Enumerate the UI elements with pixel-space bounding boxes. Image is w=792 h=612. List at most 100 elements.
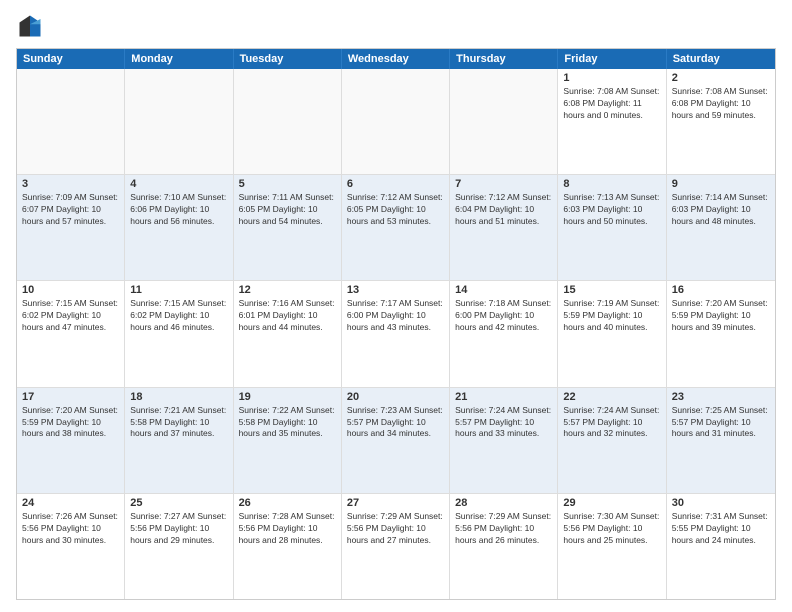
- day-cell-13: 13 Sunrise: 7:17 AM Sunset: 6:00 PM Dayli…: [342, 281, 450, 386]
- empty-cell: [125, 69, 233, 174]
- day-info: Sunrise: 7:26 AM Sunset: 5:56 PM Dayligh…: [22, 511, 119, 547]
- day-cell-7: 7 Sunrise: 7:12 AM Sunset: 6:04 PM Daylig…: [450, 175, 558, 280]
- day-number: 22: [563, 391, 660, 403]
- day-info: Sunrise: 7:29 AM Sunset: 5:56 PM Dayligh…: [347, 511, 444, 547]
- day-cell-19: 19Sunrise: 7:22 AM Sunset: 5:58 PM Dayli…: [234, 388, 342, 493]
- day-info: Sunrise: 7:09 AM Sunset: 6:07 PM Dayligh…: [22, 192, 119, 228]
- day-cell-3: 3 Sunrise: 7:09 AM Sunset: 6:07 PM Daylig…: [17, 175, 125, 280]
- day-cell-24: 24 Sunrise: 7:26 AM Sunset: 5:56 PM Dayli…: [17, 494, 125, 599]
- header-day-friday: Friday: [558, 49, 666, 69]
- day-number: 8: [563, 178, 660, 190]
- day-info: Sunrise: 7:25 AM Sunset: 5:57 PM Dayligh…: [672, 405, 770, 441]
- day-cell-8: 8 Sunrise: 7:13 AM Sunset: 6:03 PM Daylig…: [558, 175, 666, 280]
- day-cell-12: 12 Sunrise: 7:16 AM Sunset: 6:01 PM Dayli…: [234, 281, 342, 386]
- day-info: Sunrise: 7:15 AM Sunset: 6:02 PM Dayligh…: [130, 298, 227, 334]
- day-number: 18: [130, 391, 227, 403]
- day-cell-17: 17 Sunrise: 7:20 AM Sunset: 5:59 PM Dayli…: [17, 388, 125, 493]
- day-info: Sunrise: 7:20 AM Sunset: 5:59 PM Dayligh…: [672, 298, 770, 334]
- day-number: 3: [22, 178, 119, 190]
- day-cell-22: 22 Sunrise: 7:24 AM Sunset: 5:57 PM Dayli…: [558, 388, 666, 493]
- day-info: Sunrise: 7:12 AM Sunset: 6:05 PM Dayligh…: [347, 192, 444, 228]
- day-info: Sunrise: 7:28 AM Sunset: 5:56 PM Dayligh…: [239, 511, 336, 547]
- header-day-wednesday: Wednesday: [342, 49, 450, 69]
- day-cell-1: 1 Sunrise: 7:08 AM Sunset: 6:08 PM Daylig…: [558, 69, 666, 174]
- calendar-header: SundayMondayTuesdayWednesdayThursdayFrid…: [17, 49, 775, 69]
- day-cell-15: 15 Sunrise: 7:19 AM Sunset: 5:59 PM Dayli…: [558, 281, 666, 386]
- day-number: 12: [239, 284, 336, 296]
- day-number: 13: [347, 284, 444, 296]
- day-info: Sunrise: 7:08 AM Sunset: 6:08 PM Dayligh…: [672, 86, 770, 122]
- day-cell-25: 25Sunrise: 7:27 AM Sunset: 5:56 PM Dayli…: [125, 494, 233, 599]
- day-number: 14: [455, 284, 552, 296]
- day-number: 1: [563, 72, 660, 84]
- empty-cell: [17, 69, 125, 174]
- day-number: 10: [22, 284, 119, 296]
- header-day-monday: Monday: [125, 49, 233, 69]
- day-info: Sunrise: 7:14 AM Sunset: 6:03 PM Dayligh…: [672, 192, 770, 228]
- day-number: 26: [239, 497, 336, 509]
- day-cell-30: 30 Sunrise: 7:31 AM Sunset: 5:55 PM Dayli…: [667, 494, 775, 599]
- day-cell-21: 21Sunrise: 7:24 AM Sunset: 5:57 PM Dayli…: [450, 388, 558, 493]
- day-cell-5: 5 Sunrise: 7:11 AM Sunset: 6:05 PM Daylig…: [234, 175, 342, 280]
- day-cell-10: 10Sunrise: 7:15 AM Sunset: 6:02 PM Dayli…: [17, 281, 125, 386]
- empty-cell: [342, 69, 450, 174]
- day-info: Sunrise: 7:13 AM Sunset: 6:03 PM Dayligh…: [563, 192, 660, 228]
- day-number: 9: [672, 178, 770, 190]
- day-number: 25: [130, 497, 227, 509]
- header: [16, 12, 776, 40]
- day-info: Sunrise: 7:18 AM Sunset: 6:00 PM Dayligh…: [455, 298, 552, 334]
- day-cell-16: 16 Sunrise: 7:20 AM Sunset: 5:59 PM Dayli…: [667, 281, 775, 386]
- day-number: 27: [347, 497, 444, 509]
- page: SundayMondayTuesdayWednesdayThursdayFrid…: [0, 0, 792, 612]
- day-info: Sunrise: 7:16 AM Sunset: 6:01 PM Dayligh…: [239, 298, 336, 334]
- day-number: 16: [672, 284, 770, 296]
- day-info: Sunrise: 7:11 AM Sunset: 6:05 PM Dayligh…: [239, 192, 336, 228]
- day-cell-18: 18 Sunrise: 7:21 AM Sunset: 5:58 PM Dayli…: [125, 388, 233, 493]
- day-info: Sunrise: 7:19 AM Sunset: 5:59 PM Dayligh…: [563, 298, 660, 334]
- calendar-week-4: 17 Sunrise: 7:20 AM Sunset: 5:59 PM Dayli…: [17, 388, 775, 494]
- day-info: Sunrise: 7:29 AM Sunset: 5:56 PM Dayligh…: [455, 511, 552, 547]
- day-info: Sunrise: 7:20 AM Sunset: 5:59 PM Dayligh…: [22, 405, 119, 441]
- day-cell-29: 29 Sunrise: 7:30 AM Sunset: 5:56 PM Dayli…: [558, 494, 666, 599]
- logo-icon: [16, 12, 44, 40]
- day-number: 7: [455, 178, 552, 190]
- header-day-sunday: Sunday: [17, 49, 125, 69]
- day-info: Sunrise: 7:12 AM Sunset: 6:04 PM Dayligh…: [455, 192, 552, 228]
- day-number: 24: [22, 497, 119, 509]
- day-cell-26: 26 Sunrise: 7:28 AM Sunset: 5:56 PM Dayli…: [234, 494, 342, 599]
- day-info: Sunrise: 7:24 AM Sunset: 5:57 PM Dayligh…: [455, 405, 552, 441]
- day-info: Sunrise: 7:10 AM Sunset: 6:06 PM Dayligh…: [130, 192, 227, 228]
- day-cell-11: 11 Sunrise: 7:15 AM Sunset: 6:02 PM Dayli…: [125, 281, 233, 386]
- day-number: 17: [22, 391, 119, 403]
- day-cell-28: 28 Sunrise: 7:29 AM Sunset: 5:56 PM Dayli…: [450, 494, 558, 599]
- day-number: 15: [563, 284, 660, 296]
- day-number: 28: [455, 497, 552, 509]
- calendar: SundayMondayTuesdayWednesdayThursdayFrid…: [16, 48, 776, 600]
- calendar-week-1: 1 Sunrise: 7:08 AM Sunset: 6:08 PM Daylig…: [17, 69, 775, 175]
- day-cell-14: 14 Sunrise: 7:18 AM Sunset: 6:00 PM Dayli…: [450, 281, 558, 386]
- day-info: Sunrise: 7:22 AM Sunset: 5:58 PM Dayligh…: [239, 405, 336, 441]
- day-number: 29: [563, 497, 660, 509]
- day-number: 5: [239, 178, 336, 190]
- day-number: 11: [130, 284, 227, 296]
- calendar-week-2: 3 Sunrise: 7:09 AM Sunset: 6:07 PM Daylig…: [17, 175, 775, 281]
- day-number: 30: [672, 497, 770, 509]
- logo: [16, 12, 48, 40]
- calendar-week-3: 10 Sunrise: 7:15 AM Sunset: 6:02 PM Dayli…: [17, 281, 775, 387]
- day-info: Sunrise: 7:24 AM Sunset: 5:57 PM Dayligh…: [563, 405, 660, 441]
- day-cell-27: 27 Sunrise: 7:29 AM Sunset: 5:56 PM Dayli…: [342, 494, 450, 599]
- empty-cell: [234, 69, 342, 174]
- empty-cell: [450, 69, 558, 174]
- day-info: Sunrise: 7:21 AM Sunset: 5:58 PM Dayligh…: [130, 405, 227, 441]
- day-info: Sunrise: 7:17 AM Sunset: 6:00 PM Dayligh…: [347, 298, 444, 334]
- day-cell-6: 6Sunrise: 7:12 AM Sunset: 6:05 PM Daylig…: [342, 175, 450, 280]
- day-number: 2: [672, 72, 770, 84]
- day-number: 4: [130, 178, 227, 190]
- day-info: Sunrise: 7:30 AM Sunset: 5:56 PM Dayligh…: [563, 511, 660, 547]
- header-day-tuesday: Tuesday: [234, 49, 342, 69]
- day-cell-20: 20Sunrise: 7:23 AM Sunset: 5:57 PM Dayli…: [342, 388, 450, 493]
- day-info: Sunrise: 7:23 AM Sunset: 5:57 PM Dayligh…: [347, 405, 444, 441]
- day-info: Sunrise: 7:08 AM Sunset: 6:08 PM Dayligh…: [563, 86, 660, 122]
- calendar-body: 1 Sunrise: 7:08 AM Sunset: 6:08 PM Daylig…: [17, 69, 775, 599]
- day-info: Sunrise: 7:31 AM Sunset: 5:55 PM Dayligh…: [672, 511, 770, 547]
